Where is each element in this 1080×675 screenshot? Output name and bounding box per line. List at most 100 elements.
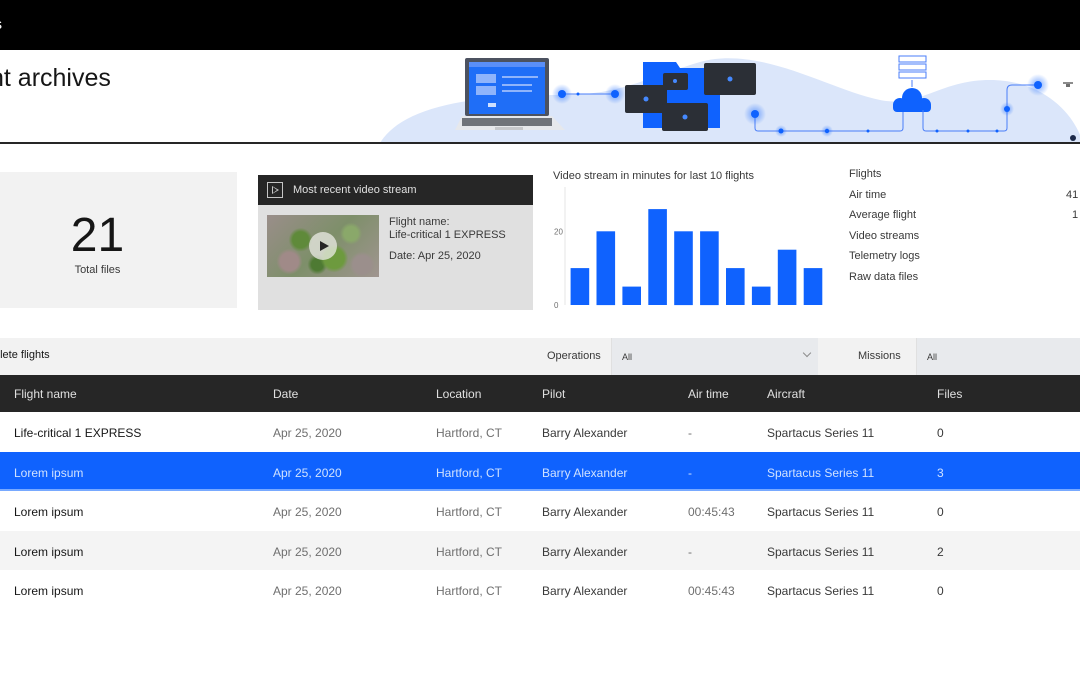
cell-aircraft: Spartacus Series 11 (767, 544, 875, 559)
play-button-icon[interactable] (309, 232, 337, 260)
bar-9 (777, 249, 797, 305)
cell-files: 0 (937, 584, 944, 598)
cell-air-time: - (688, 544, 692, 559)
flights-table: Flight name Date Location Pilot Air time… (0, 375, 1080, 610)
drone-icon (1063, 82, 1073, 87)
cell-pilot: Barry Alexander (542, 584, 628, 598)
total-files-tile: 21 Total files (0, 172, 237, 308)
cell-pilot: Barry Alexander (542, 505, 628, 519)
cell-location: Hartford, CT (436, 505, 503, 519)
cell-air-time: 00:45:43 (688, 584, 735, 598)
cell-location: Hartford, CT (436, 544, 503, 559)
cell-date: Apr 25, 2020 (273, 584, 342, 598)
stat-label-telemetry-logs: Telemetry logs (849, 250, 920, 262)
missions-label: Missions (858, 350, 901, 362)
column-header-pilot[interactable]: Pilot (542, 387, 565, 401)
stat-label-flights: Flights (849, 168, 882, 180)
y-tick-label: 20 (554, 227, 563, 236)
bar-5 (674, 231, 693, 306)
top-bar: es (0, 0, 1080, 50)
cell-aircraft: Spartacus Series 11 (767, 465, 875, 480)
cell-files: 3 (937, 465, 944, 480)
y-tick-label: 0 (554, 301, 559, 310)
recent-video-tile[interactable]: Most recent video stream Flight name: Li… (258, 175, 533, 310)
cell-files: 0 (937, 505, 944, 519)
hero-banner: nt archives (0, 50, 1080, 143)
cell-date: Apr 25, 2020 (273, 426, 342, 440)
server-icon (898, 55, 927, 87)
section-title: plete flights (0, 349, 50, 361)
operations-label: Operations (547, 350, 601, 362)
bar-6 (700, 231, 719, 306)
stat-value-average-flight: 1 (1072, 209, 1079, 221)
cell-date: Apr 25, 2020 (273, 544, 342, 559)
table-row-selected[interactable]: Lorem ipsum Apr 25, 2020 Hartford, CT Ba… (0, 451, 1080, 491)
video-thumbnail[interactable] (267, 215, 379, 277)
cell-files: 2 (937, 544, 944, 559)
cell-aircraft: Spartacus Series 11 (767, 426, 875, 440)
cell-flight-name: Lorem ipsum (14, 584, 84, 598)
cell-air-time: 00:45:43 (688, 505, 735, 519)
video-date: Date: Apr 25, 2020 (389, 250, 481, 262)
table-row[interactable]: Life-critical 1 EXPRESS Apr 25, 2020 Har… (0, 412, 1080, 452)
cloud-icon (893, 88, 931, 112)
column-header-date[interactable]: Date (273, 387, 298, 401)
cell-aircraft: Spartacus Series 11 (767, 505, 875, 519)
cell-files: 0 (937, 426, 944, 440)
cell-location: Hartford, CT (436, 465, 503, 480)
column-header-files[interactable]: Files (937, 387, 962, 401)
table-row[interactable]: Lorem ipsum Apr 25, 2020 Hartford, CT Ba… (0, 530, 1080, 570)
total-files-label: Total files (74, 264, 121, 276)
column-header-location[interactable]: Location (436, 387, 481, 401)
cell-date: Apr 25, 2020 (273, 465, 342, 480)
stat-label-air-time: Air time (849, 189, 887, 201)
column-header-aircraft[interactable]: Aircraft (767, 387, 805, 401)
cell-pilot: Barry Alexander (542, 426, 628, 440)
bar-4 (648, 209, 667, 305)
missions-select-value: All (927, 352, 938, 362)
flight-name-value: Life-critical 1 EXPRESS (389, 229, 506, 241)
page-title: nt archives (0, 64, 111, 92)
total-files-count: 21 (70, 209, 125, 262)
filter-bar: plete flights Operations All Missions Al… (0, 338, 1080, 375)
operations-select-value: All (622, 352, 633, 362)
bar-1 (570, 268, 590, 305)
recent-video-title: Most recent video stream (293, 184, 417, 196)
operations-select[interactable]: All (611, 338, 818, 375)
app-title: es (0, 16, 2, 33)
column-header-air-time[interactable]: Air time (688, 387, 729, 401)
laptop-icon (455, 58, 565, 130)
cell-flight-name: Lorem ipsum (14, 505, 84, 519)
table-row[interactable]: Lorem ipsum Apr 25, 2020 Hartford, CT Ba… (0, 491, 1080, 531)
cell-pilot: Barry Alexander (542, 465, 628, 480)
bar-chart-svg: 0 20 (554, 187, 823, 310)
bar-8 (751, 286, 771, 305)
bar-3 (622, 286, 641, 305)
cell-flight-name: Lorem ipsum (14, 544, 84, 559)
cell-air-time: - (688, 465, 692, 480)
stat-label-raw-data-files: Raw data files (849, 271, 919, 283)
bar-2 (596, 231, 616, 306)
table-header: Flight name Date Location Pilot Air time… (0, 375, 1080, 412)
cell-location: Hartford, CT (436, 584, 503, 598)
stat-value-air-time: 41 (1066, 189, 1079, 201)
video-stream-chart: Video stream in minutes for last 10 flig… (548, 165, 838, 315)
column-header-flight-name[interactable]: Flight name (14, 387, 77, 401)
data-flow-illustration (380, 55, 1080, 143)
hero-divider (0, 142, 1080, 144)
missions-select[interactable]: All (916, 338, 1080, 375)
cell-pilot: Barry Alexander (542, 544, 628, 559)
cell-flight-name: Lorem ipsum (14, 465, 84, 480)
cell-air-time: - (688, 426, 692, 440)
stat-label-video-streams: Video streams (849, 230, 920, 242)
chevron-down-icon (802, 348, 812, 358)
cell-location: Hartford, CT (436, 426, 503, 440)
video-play-icon (267, 182, 283, 198)
bar-7 (726, 268, 745, 305)
cell-aircraft: Spartacus Series 11 (767, 584, 875, 598)
bar-10 (803, 268, 823, 305)
cell-flight-name: Life-critical 1 EXPRESS (14, 426, 142, 440)
cell-date: Apr 25, 2020 (273, 505, 342, 519)
table-row[interactable]: Lorem ipsum Apr 25, 2020 Hartford, CT Ba… (0, 570, 1080, 610)
flight-name-label: Flight name: (389, 216, 450, 228)
